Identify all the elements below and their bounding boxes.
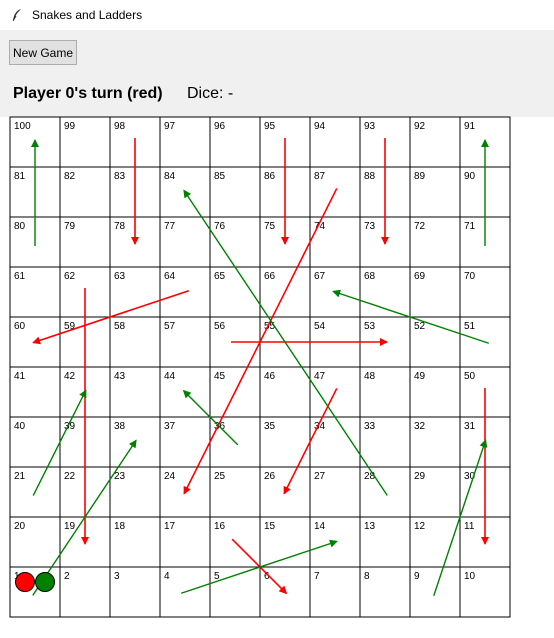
cell-number-45: 45 xyxy=(214,371,226,382)
cell-number-17: 17 xyxy=(164,521,176,532)
cell-number-15: 15 xyxy=(264,521,276,532)
cell-number-71: 71 xyxy=(464,221,476,232)
cell-number-61: 61 xyxy=(14,271,26,282)
cell-number-58: 58 xyxy=(114,321,126,332)
cell-number-31: 31 xyxy=(464,421,476,432)
cell-number-50: 50 xyxy=(464,371,476,382)
cell-number-43: 43 xyxy=(114,371,126,382)
cell-number-57: 57 xyxy=(164,321,176,332)
cell-number-84: 84 xyxy=(164,171,176,182)
cell-number-75: 75 xyxy=(264,221,276,232)
cell-number-63: 63 xyxy=(114,271,126,282)
cell-number-78: 78 xyxy=(114,221,126,232)
cell-number-12: 12 xyxy=(414,521,426,532)
cell-number-54: 54 xyxy=(314,321,326,332)
cell-number-73: 73 xyxy=(364,221,376,232)
cell-number-40: 40 xyxy=(14,421,26,432)
cell-number-85: 85 xyxy=(214,171,226,182)
cell-number-18: 18 xyxy=(114,521,126,532)
cell-number-32: 32 xyxy=(414,421,426,432)
cell-number-3: 3 xyxy=(114,571,120,582)
snake-16-to-6 xyxy=(231,538,288,595)
cell-number-37: 37 xyxy=(164,421,176,432)
cell-number-93: 93 xyxy=(364,121,376,132)
cell-number-70: 70 xyxy=(464,271,476,282)
cell-number-67: 67 xyxy=(314,271,326,282)
cell-number-21: 21 xyxy=(14,471,26,482)
cell-number-44: 44 xyxy=(164,371,176,382)
cell-number-76: 76 xyxy=(214,221,226,232)
game-board[interactable]: 100 99 98 97 96 95 94 93 92 9181 82 83 84 85 86 87 88 89 9… xyxy=(0,0,554,638)
cell-number-94: 94 xyxy=(314,121,326,132)
cell-number-47: 47 xyxy=(314,371,326,382)
cell-number-87: 87 xyxy=(314,171,326,182)
cell-number-48: 48 xyxy=(364,371,376,382)
cell-number-89: 89 xyxy=(414,171,426,182)
cell-number-16: 16 xyxy=(214,521,226,532)
cell-number-27: 27 xyxy=(314,471,326,482)
cell-number-95: 95 xyxy=(264,121,276,132)
cell-number-91: 91 xyxy=(464,121,476,132)
cell-number-79: 79 xyxy=(64,221,76,232)
cell-number-49: 49 xyxy=(414,371,426,382)
cell-number-82: 82 xyxy=(64,171,76,182)
cell-number-2: 2 xyxy=(64,571,70,582)
cell-number-80: 80 xyxy=(14,221,26,232)
cell-number-29: 29 xyxy=(414,471,426,482)
cell-number-97: 97 xyxy=(164,121,176,132)
ladder-36-to-44 xyxy=(182,389,239,446)
cell-number-62: 62 xyxy=(64,271,76,282)
cell-number-90: 90 xyxy=(464,171,476,182)
cell-number-23: 23 xyxy=(114,471,126,482)
cell-number-52: 52 xyxy=(414,321,426,332)
cell-number-8: 8 xyxy=(364,571,370,582)
cell-number-68: 68 xyxy=(364,271,376,282)
cell-number-83: 83 xyxy=(114,171,126,182)
cell-number-86: 86 xyxy=(264,171,276,182)
cell-number-69: 69 xyxy=(414,271,426,282)
cell-number-11: 11 xyxy=(464,521,475,532)
cell-number-24: 24 xyxy=(164,471,176,482)
cell-number-88: 88 xyxy=(364,171,376,182)
cell-number-41: 41 xyxy=(14,371,26,382)
cell-number-77: 77 xyxy=(164,221,176,232)
cell-number-13: 13 xyxy=(364,521,376,532)
player-token-1 xyxy=(35,572,55,592)
cell-number-22: 22 xyxy=(64,471,76,482)
cell-number-33: 33 xyxy=(364,421,376,432)
cell-number-72: 72 xyxy=(414,221,426,232)
cell-number-26: 26 xyxy=(264,471,276,482)
cell-number-35: 35 xyxy=(264,421,276,432)
cell-number-53: 53 xyxy=(364,321,376,332)
cell-number-60: 60 xyxy=(14,321,26,332)
cell-number-7: 7 xyxy=(314,571,320,582)
cell-number-66: 66 xyxy=(264,271,276,282)
cell-number-10: 10 xyxy=(464,571,476,582)
cell-number-98: 98 xyxy=(114,121,126,132)
cell-number-100: 100 xyxy=(14,121,31,132)
cell-number-65: 65 xyxy=(214,271,226,282)
cell-number-20: 20 xyxy=(14,521,26,532)
cell-number-56: 56 xyxy=(214,321,226,332)
cell-number-25: 25 xyxy=(214,471,226,482)
cell-number-51: 51 xyxy=(464,321,476,332)
cell-number-9: 9 xyxy=(414,571,420,582)
cell-number-81: 81 xyxy=(14,171,26,182)
cell-number-42: 42 xyxy=(64,371,76,382)
player-token-0 xyxy=(15,572,35,592)
cell-number-38: 38 xyxy=(114,421,126,432)
cell-number-4: 4 xyxy=(164,571,170,582)
cell-number-64: 64 xyxy=(164,271,176,282)
cell-number-92: 92 xyxy=(414,121,426,132)
cell-number-19: 19 xyxy=(64,521,76,532)
cell-number-99: 99 xyxy=(64,121,76,132)
cell-number-46: 46 xyxy=(264,371,276,382)
cell-number-96: 96 xyxy=(214,121,226,132)
cell-number-14: 14 xyxy=(314,521,326,532)
